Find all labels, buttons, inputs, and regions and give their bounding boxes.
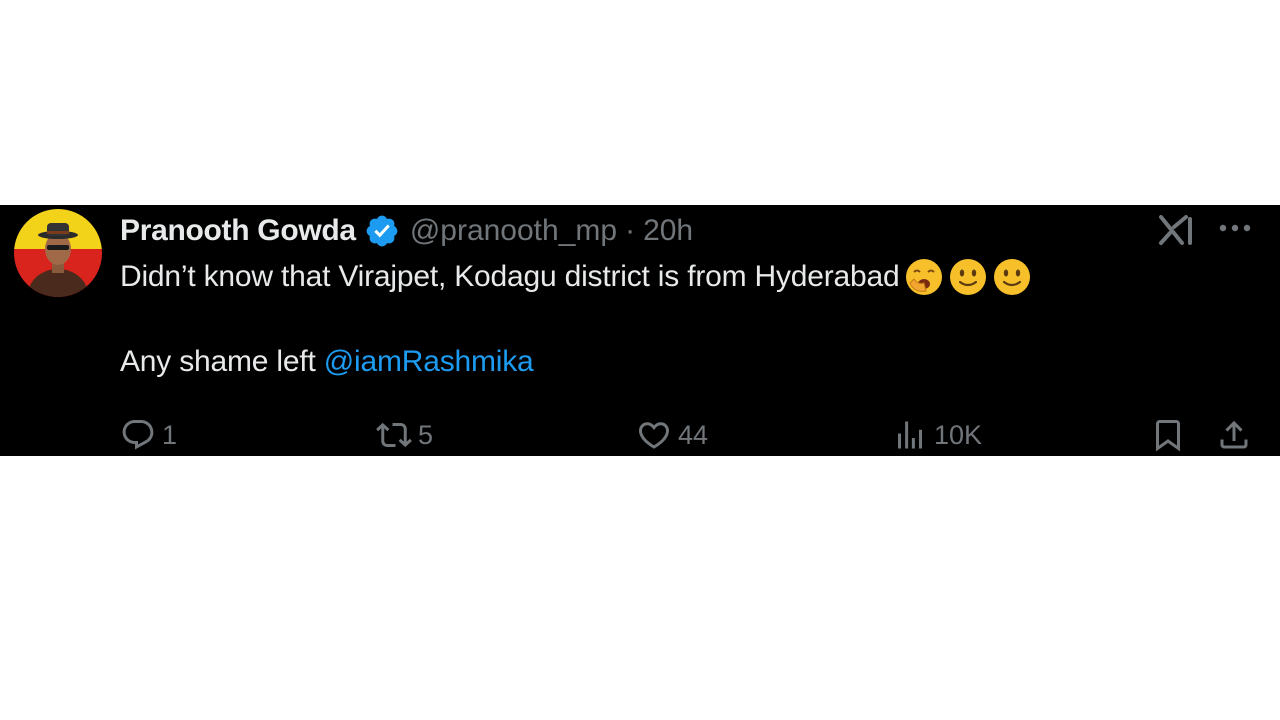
reply-count: 1 [162,419,178,450]
verified-badge-icon[interactable] [364,213,400,249]
yawning-face-emoji-icon [904,257,944,297]
reply-icon [120,417,156,453]
repost-button[interactable]: 5 [376,415,433,455]
grok-icon[interactable] [1158,213,1194,247]
bookmark-button[interactable] [1150,415,1186,455]
tweet-text: Any shame left [120,345,324,378]
like-count: 44 [678,419,709,450]
repost-count: 5 [418,419,434,450]
views-button[interactable]: 10K [892,415,982,455]
tweet-text: Didn’t know that Virajpet, Kodagu distri… [120,260,900,293]
heart-icon [636,417,672,453]
tweet-header: Pranooth Gowda @pranooth_mp · 20h [120,211,693,251]
share-icon [1216,417,1252,453]
analytics-icon [892,417,928,453]
tweet-card[interactable]: Pranooth Gowda @pranooth_mp · 20h Didn’t… [0,205,1280,456]
slightly-smiling-face-emoji-icon [992,257,1032,297]
share-button[interactable] [1216,415,1252,455]
tweet-text-line-1: Didn’t know that Virajpet, Kodagu distri… [120,257,1032,297]
like-button[interactable]: 44 [636,415,708,455]
tweet-text-line-2: Any shame left @iamRashmika [120,345,534,379]
more-options-icon[interactable] [1216,215,1254,241]
mention-link[interactable]: @iamRashmika [324,345,534,378]
separator-dot: · [625,214,636,247]
author-handle[interactable]: @pranooth_mp [410,214,617,248]
tweet-timestamp[interactable]: 20h [643,214,693,248]
repost-icon [376,417,412,453]
reply-button[interactable]: 1 [120,415,177,455]
bookmark-icon [1150,417,1186,453]
slightly-smiling-face-emoji-icon [948,257,988,297]
view-count: 10K [934,419,983,450]
avatar[interactable] [14,209,102,297]
author-name[interactable]: Pranooth Gowda [120,214,356,248]
